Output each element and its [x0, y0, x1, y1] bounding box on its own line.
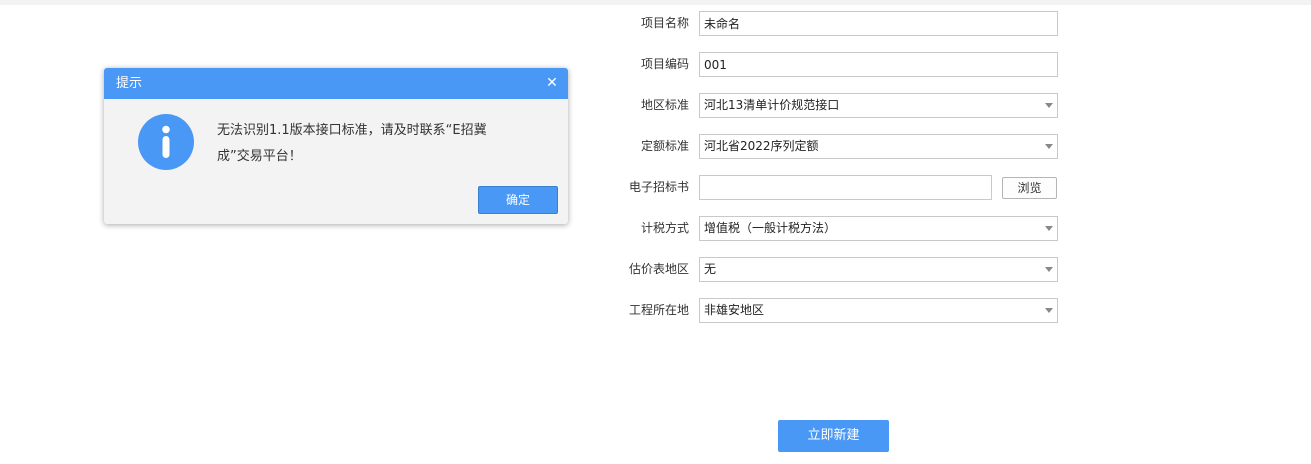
chevron-down-icon	[1045, 267, 1053, 272]
tax-method-label: 计税方式	[640, 221, 689, 235]
quota-standard-select[interactable]: 河北省2022序列定额	[699, 134, 1058, 159]
chevron-down-icon	[1045, 226, 1053, 231]
project-location-select[interactable]: 非雄安地区	[699, 298, 1058, 323]
quota-standard-label: 定额标准	[640, 139, 689, 153]
project-name-input[interactable]	[700, 12, 1055, 35]
info-icon	[138, 114, 194, 170]
project-location-value: 非雄安地区	[704, 303, 765, 317]
project-name-field[interactable]	[699, 11, 1058, 36]
project-code-field[interactable]	[699, 52, 1058, 77]
row-region-standard: 地区标准 河北13清单计价规范接口	[600, 93, 1060, 118]
create-now-button[interactable]: 立即新建	[778, 420, 889, 452]
region-standard-value: 河北13清单计价规范接口	[704, 98, 840, 112]
price-table-region-label: 估价表地区	[628, 262, 689, 276]
dialog-message-line-1: 无法识别1.1版本接口标准，请及时联系“E招冀	[217, 123, 487, 138]
tender-file-field[interactable]	[699, 175, 992, 200]
row-project-location: 工程所在地 非雄安地区	[600, 298, 1060, 323]
price-table-region-select[interactable]: 无	[699, 257, 1058, 282]
row-price-table-region: 估价表地区 无	[600, 257, 1060, 282]
dialog-header: 提示 ✕	[104, 68, 568, 99]
row-quota-standard: 定额标准 河北省2022序列定额	[600, 134, 1060, 159]
project-code-label: 项目编码	[640, 57, 689, 71]
chevron-down-icon	[1045, 144, 1053, 149]
confirm-button[interactable]: 确定	[478, 186, 558, 214]
browse-button[interactable]: 浏览	[1002, 177, 1057, 199]
new-project-form: 项目名称 项目编码 地区标准 河北13清单计价规范接口 定额标准 河北省2022…	[600, 0, 1070, 340]
alert-dialog: 提示 ✕ 无法识别1.1版本接口标准，请及时联系“E招冀 成”交易平台！ 确定	[104, 68, 568, 224]
row-tax-method: 计税方式 增值税（一般计税方法）	[600, 216, 1060, 241]
project-name-label: 项目名称	[640, 16, 689, 30]
project-code-input[interactable]	[700, 53, 1055, 76]
quota-standard-value: 河北省2022序列定额	[704, 139, 819, 153]
row-project-name: 项目名称	[600, 11, 1060, 36]
chevron-down-icon	[1045, 308, 1053, 313]
tax-method-select[interactable]: 增值税（一般计税方法）	[699, 216, 1058, 241]
row-tender-file: 电子招标书 浏览	[600, 175, 1060, 200]
tax-method-value: 增值税（一般计税方法）	[704, 221, 837, 235]
dialog-title: 提示	[116, 76, 143, 91]
chevron-down-icon	[1045, 103, 1053, 108]
tender-file-label: 电子招标书	[628, 180, 689, 194]
region-standard-label: 地区标准	[640, 98, 689, 112]
project-location-label: 工程所在地	[628, 303, 689, 317]
row-project-code: 项目编码	[600, 52, 1060, 77]
dialog-message: 无法识别1.1版本接口标准，请及时联系“E招冀 成”交易平台！	[217, 118, 537, 170]
close-icon[interactable]: ✕	[544, 68, 560, 99]
dialog-message-line-2: 成”交易平台！	[217, 149, 302, 164]
price-table-region-value: 无	[704, 262, 717, 276]
region-standard-select[interactable]: 河北13清单计价规范接口	[699, 93, 1058, 118]
